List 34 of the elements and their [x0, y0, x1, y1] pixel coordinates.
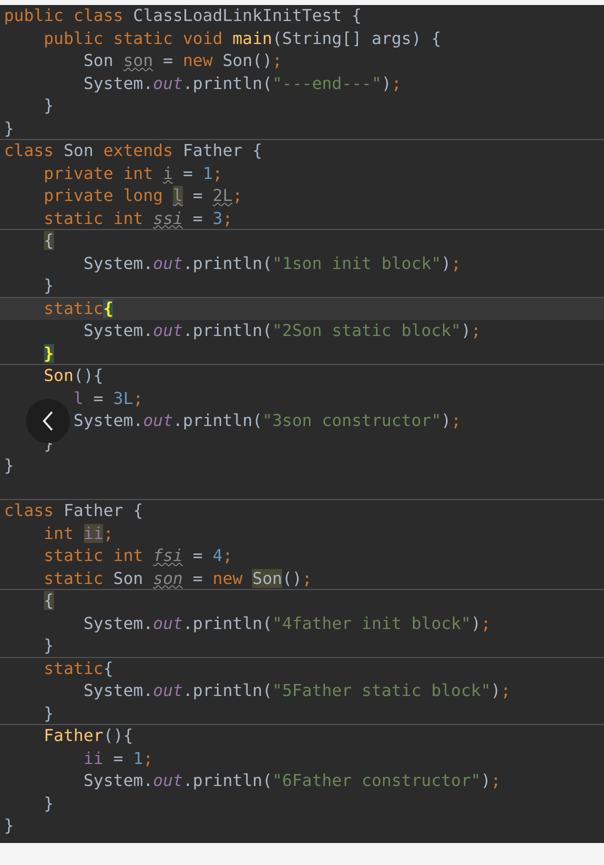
code-line: System.out.println("1son init block");: [83, 252, 462, 274]
code-line: Son(){: [44, 365, 104, 387]
code-line: static{: [44, 298, 114, 320]
code-line: class Father {: [4, 500, 144, 522]
code-line: Son son = new Son();: [83, 50, 282, 72]
code-line: System.out.println("5Father static block");: [83, 680, 511, 702]
code-line: System.out.println("2Son static block");: [83, 320, 481, 342]
code-line: }: [4, 455, 14, 477]
back-button[interactable]: [26, 399, 70, 443]
code-line: }: [44, 95, 54, 117]
code-line: static int ssi = 3;: [44, 208, 233, 229]
code-line: int ii;: [44, 522, 114, 544]
code-line: Father(){: [44, 725, 134, 747]
code-line: l = 3L;: [74, 388, 144, 410]
code-line: class Son extends Father {: [4, 140, 262, 162]
code-line: }: [44, 275, 54, 296]
code-line: System.out.println("4father init block");: [83, 612, 491, 634]
code-line: private int i = 1;: [44, 162, 223, 184]
code-line: }: [44, 635, 54, 656]
chevron-left-icon: [41, 410, 55, 432]
code-line: }: [44, 702, 54, 724]
code-line: static Son son = new Son();: [44, 568, 312, 589]
code-line: static int fsi = 4;: [44, 545, 233, 567]
code-line: public class ClassLoadLinkInitTest {: [4, 5, 362, 27]
code-line: }: [44, 792, 54, 814]
code-line: ii = 1;: [83, 748, 154, 770]
code-line: System.out.println("3son constructor");: [74, 410, 461, 432]
code-line: System.out.println("6Father constructor");: [83, 770, 501, 792]
code-line: System.out.println("---end---");: [83, 72, 402, 94]
code-line: }: [4, 815, 14, 837]
code-line: static{: [44, 658, 114, 680]
code-line: }: [4, 118, 14, 139]
code-line: private long l = 2L;: [44, 185, 242, 207]
code-line: public static void main(String[] args) {: [44, 28, 442, 50]
